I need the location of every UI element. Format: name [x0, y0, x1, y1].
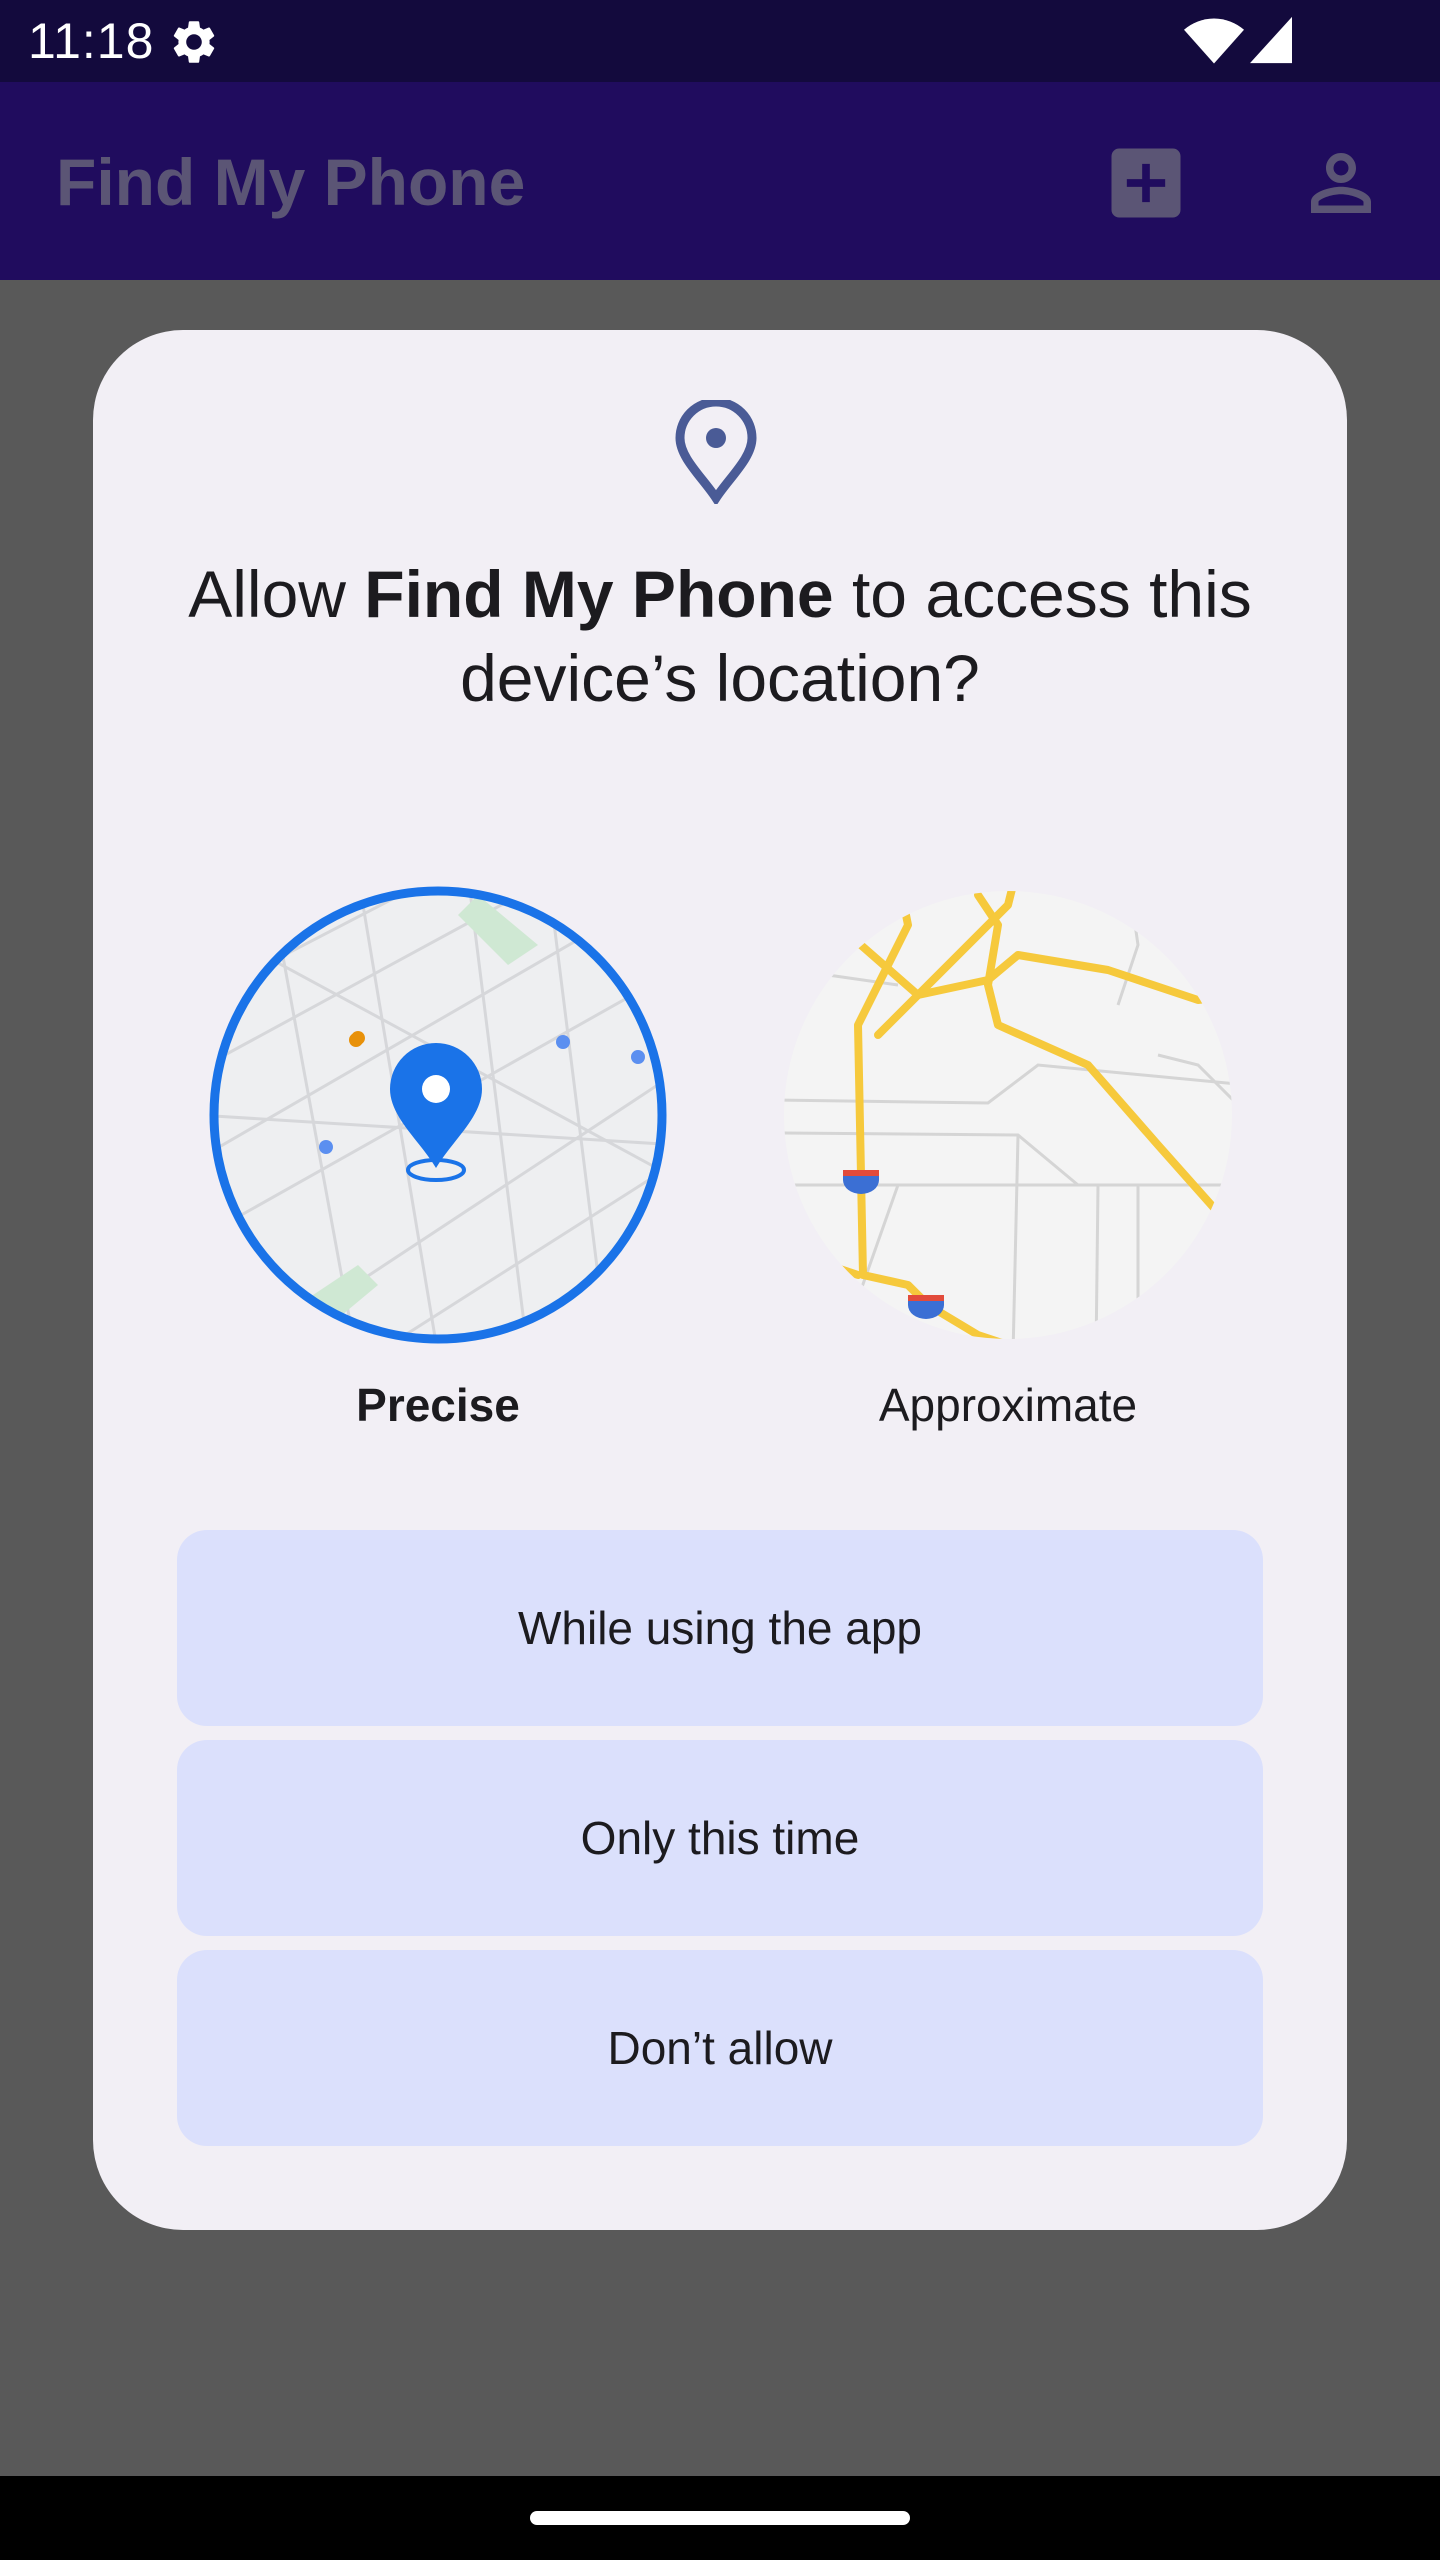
location-pin-icon	[675, 400, 757, 504]
approximate-label: Approximate	[878, 1379, 1138, 1431]
approximate-map-image	[784, 891, 1232, 1339]
app-bar: Find My Phone	[0, 82, 1440, 280]
precise-label: Precise	[356, 1379, 520, 1431]
app-title: Find My Phone	[56, 145, 526, 219]
approximate-location-option[interactable]: Approximate	[778, 885, 1238, 1445]
precise-location-option[interactable]: Precise	[208, 885, 668, 1445]
add-box-icon[interactable]	[1100, 137, 1192, 229]
settings-gear-icon	[173, 21, 215, 63]
location-permission-dialog: Allow Find My Phone to access this devic…	[93, 330, 1347, 2230]
home-gesture-handle[interactable]	[530, 2511, 910, 2525]
only-this-time-button[interactable]: Only this time	[177, 1740, 1263, 1936]
account-icon[interactable]	[1296, 138, 1386, 228]
dont-allow-button[interactable]: Don’t allow	[177, 1950, 1263, 2146]
cell-signal-icon	[1250, 16, 1292, 64]
while-using-app-button[interactable]: While using the app	[177, 1530, 1263, 1726]
wifi-icon	[1184, 18, 1244, 64]
status-time: 11:18	[28, 13, 155, 69]
dialog-title-app-name: Find My Phone	[364, 557, 834, 631]
precise-map-image	[209, 886, 667, 1344]
dialog-title: Allow Find My Phone to access this devic…	[188, 557, 1252, 715]
status-bar: 11:18	[0, 0, 1440, 82]
